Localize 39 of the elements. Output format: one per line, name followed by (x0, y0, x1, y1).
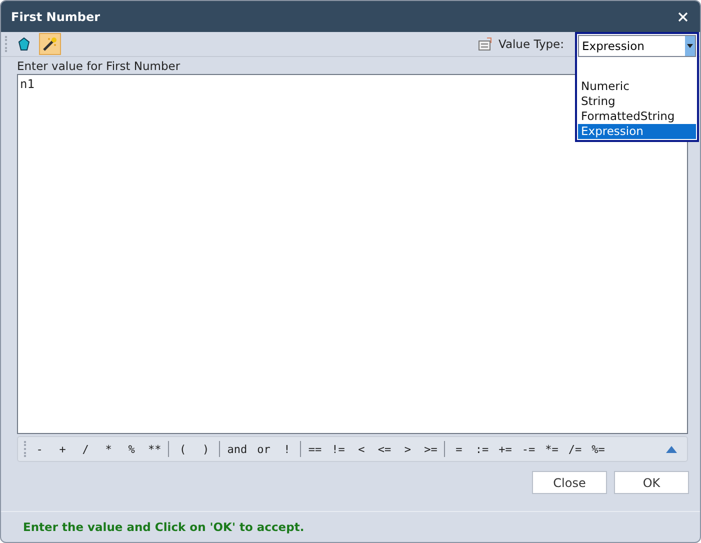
operator-button[interactable]: % (120, 442, 143, 456)
status-message: Enter the value and Click on 'OK' to accept. (1, 511, 700, 542)
operator-button[interactable]: / (74, 442, 97, 456)
toolbar-button[interactable] (39, 33, 61, 55)
operator-button[interactable]: < (350, 442, 373, 456)
operator-button[interactable]: and (222, 442, 252, 456)
collapse-arrow-icon[interactable] (666, 446, 677, 452)
window-title: First Number (11, 10, 100, 24)
caret-icon (687, 44, 693, 48)
close-button[interactable] (676, 10, 690, 24)
operator-button[interactable]: >= (419, 442, 442, 456)
value-type-label: Value Type: (498, 37, 564, 51)
operator-button[interactable]: * (97, 442, 120, 456)
prompt-label: Enter value for First Number (16, 58, 182, 73)
document-icon (478, 37, 494, 51)
gem-icon (18, 37, 30, 51)
operator-button[interactable]: != (326, 442, 350, 456)
operator-button[interactable]: /= (563, 442, 587, 456)
dropdown-option[interactable]: Expression (578, 124, 696, 139)
operator-button[interactable]: - (28, 442, 51, 456)
operator-button[interactable]: > (396, 442, 420, 456)
operator-button[interactable]: or (252, 442, 276, 456)
operator-button[interactable]: <= (372, 442, 396, 456)
operator-button[interactable]: += (494, 442, 517, 456)
operator-button[interactable]: := (470, 442, 494, 456)
operator-button[interactable]: ! (275, 442, 298, 456)
magic-wand-icon (42, 36, 58, 52)
dialog-button[interactable]: OK (614, 471, 689, 494)
operator-button[interactable]: %= (586, 442, 610, 456)
operator-button[interactable]: == (303, 442, 327, 456)
operator-button[interactable]: *= (540, 442, 564, 456)
operator-button[interactable]: ( (171, 442, 194, 456)
operator-button[interactable]: ) (194, 442, 218, 456)
dialog-button[interactable]: Close (532, 471, 607, 494)
value-type-dropdown[interactable]: Expression (578, 35, 696, 57)
operator-button[interactable]: ** (143, 442, 166, 456)
operator-button[interactable]: + (51, 442, 74, 456)
operator-button[interactable]: = (447, 442, 470, 456)
operator-button[interactable]: -= (516, 442, 540, 456)
